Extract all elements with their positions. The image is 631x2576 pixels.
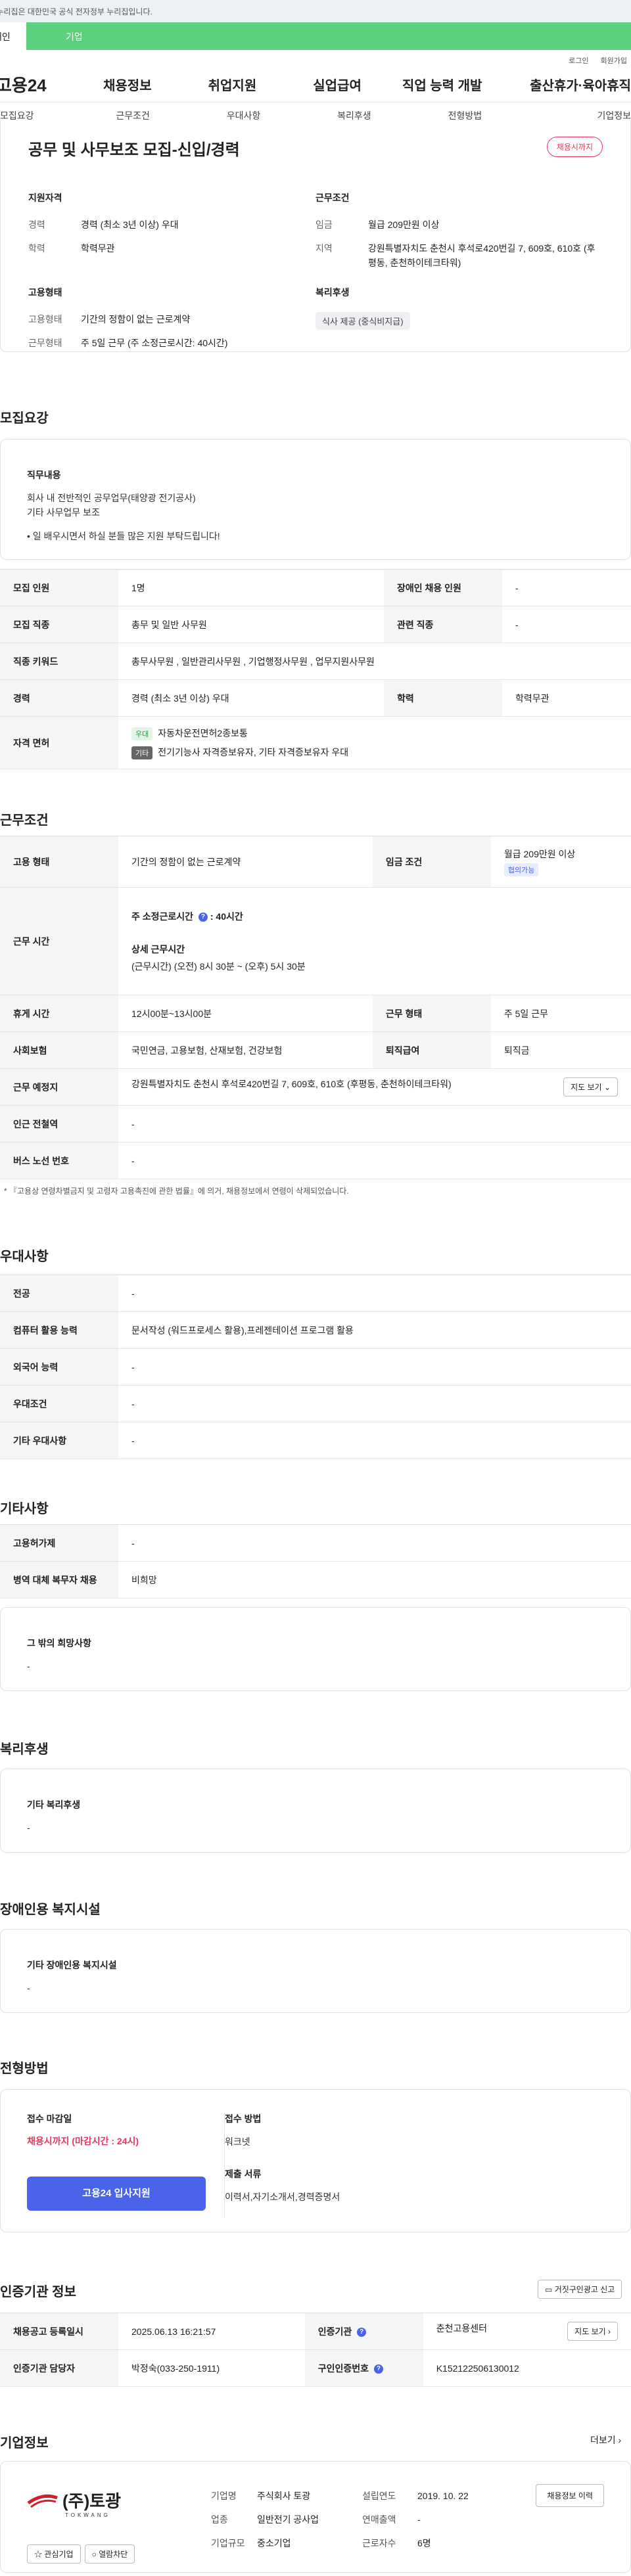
- etc-badge: 기타: [131, 746, 153, 759]
- welfare-heading: 복리후생: [316, 287, 350, 298]
- gnb-employment-support[interactable]: 취업지원: [180, 75, 285, 94]
- info-icon[interactable]: ?: [198, 912, 208, 922]
- conditions-heading: 근무조건: [316, 192, 350, 203]
- pc-skill-value: 문서작성 (워드프로세스 활용),프레젠테이션 프로그램 활용: [118, 1311, 631, 1349]
- map-button[interactable]: 지도 보기 ⌄: [563, 1077, 618, 1096]
- facility-section-title: 장애인용 복지시설: [0, 1903, 101, 1917]
- work-time-value: 주 소정근로시간 ? : 40시간 상세 근무시간 (근무시간) (오전) 8시…: [118, 887, 631, 995]
- preference-table: 전공 - 컴퓨터 활용 능력 문서작성 (워드프로세스 활용),프레젠테이션 프로그…: [0, 1275, 631, 1459]
- chevron-right-icon: ›: [608, 2327, 611, 2336]
- company-section-title: 기업정보: [0, 2436, 49, 2451]
- cert-map-button[interactable]: 지도 보기 ›: [567, 2322, 618, 2341]
- subnav-welfare[interactable]: 복리후생: [299, 109, 409, 122]
- summary-work-type: 주 5일 근무 (주 소정근로시간: 40시간): [81, 338, 228, 348]
- company-box: (주)토광 TOKWANG ☆ 관심기업 ○ 열람차단 기업명 주식회사 토광 설립…: [0, 2461, 631, 2573]
- apply-button[interactable]: 고용24 입사지원: [27, 2177, 206, 2211]
- preference-section-title: 우대사항: [0, 1250, 49, 1264]
- top-links: 로그인 회원가입: [0, 50, 631, 67]
- site-logo[interactable]: 고용24: [0, 72, 75, 97]
- report-button[interactable]: ▭ 거짓구인광고 신고: [538, 2280, 622, 2299]
- chevron-down-icon: ⌄: [603, 1083, 611, 1092]
- cert-number-value: K152122506130012: [423, 2349, 631, 2387]
- pref-badge: 우대: [131, 727, 153, 740]
- negotiable-badge: 협의가능: [503, 863, 539, 876]
- conditions-section-title: 근무조건: [0, 813, 49, 828]
- duty-box: 직무내용 회사 내 전반적인 공무업무(태양광 전기공사) 기타 사무업무 보조…: [0, 439, 631, 560]
- chevron-right-icon: ›: [618, 2435, 622, 2445]
- info-icon[interactable]: ?: [373, 2364, 383, 2374]
- welfare-section-title: 복리후생: [0, 1742, 49, 1757]
- age-note: * 『고용상 연령차별금지 및 고령자 고용촉진에 관한 법률』에 의거, 채용…: [4, 1186, 349, 1196]
- global-nav: 고용24 채용정보 취업지원 실업급여 직업 능력 개발 출산휴가·육아휴직: [0, 67, 631, 102]
- signup-link[interactable]: 회원가입: [601, 55, 627, 67]
- duty-line-2: 기타 사무업무 보조: [27, 507, 100, 518]
- qualification-heading: 지원자격: [28, 192, 62, 203]
- tab-company[interactable]: 기업: [26, 22, 631, 50]
- experience-value: 경력 (최소 3년 이상) 우대: [118, 679, 384, 717]
- license-value: 우대 자동차운전면허2종보통 기타 전기기능사 자격증보유자, 기타 자격증보유자 …: [118, 716, 631, 769]
- subnav-preference[interactable]: 우대사항: [188, 109, 298, 122]
- summary-employment-type: 기간의 정함이 없는 근로계약: [81, 314, 191, 325]
- cert-section-title: 인증기관 정보: [0, 2285, 76, 2299]
- cert-table: 채용공고 등록일시 2025.06.13 16:21:57 인증기관 ? 춘천고용…: [0, 2313, 631, 2387]
- job-summary-card: 공무 및 사무보조 모집-신입/경력 채용시까지 지원자격 경력 경력 (최소 3…: [0, 121, 631, 352]
- duty-heading: 직무내용: [27, 470, 61, 480]
- job-type-value: 총무 및 일반 사무원: [118, 606, 384, 643]
- more-link[interactable]: 더보기 ›: [590, 2433, 621, 2447]
- star-icon: ☆: [34, 2550, 43, 2559]
- employment-heading: 고용형태: [28, 287, 62, 298]
- welfare-box: 기타 복리후생 -: [0, 1769, 631, 1853]
- wish-box: 그 밖의 희망사항 -: [0, 1607, 631, 1691]
- favorite-button[interactable]: ☆ 관심기업: [27, 2544, 81, 2564]
- info-icon[interactable]: ?: [357, 2327, 367, 2337]
- other-section-title: 기타사항: [0, 1502, 49, 1516]
- gnb-skill-development[interactable]: 직업 능력 개발: [390, 75, 495, 94]
- wage-value: 월급 209만원 이상: [503, 848, 576, 859]
- subnav-conditions[interactable]: 근무조건: [78, 109, 188, 122]
- close-date-value: 채용시까지 (마감시간 : 24시): [27, 2136, 139, 2146]
- process-box: 접수 마감일 채용시까지 (마감시간 : 24시) 고용24 입사지원 접수 방…: [0, 2089, 631, 2232]
- job-history-button[interactable]: 채용정보 이력: [536, 2484, 604, 2507]
- subnav-process[interactable]: 전형방법: [409, 109, 520, 122]
- job-title: 공무 및 사무보조 모집-신입/경력: [28, 141, 240, 159]
- company-info: 기업명 주식회사 토광 설립연도 2019. 10. 22 업종 일반전기 공사업 연매출…: [211, 2491, 469, 2548]
- summary-experience: 경력 (최소 3년 이상) 우대: [81, 219, 179, 230]
- login-link[interactable]: 로그인: [569, 55, 588, 67]
- summary-wage: 월급 209만원 이상: [368, 219, 440, 230]
- facility-box: 기타 장애인용 복지시설 -: [0, 1929, 631, 2013]
- other-table: 고용허가제 - 병역 대체 복무자 채용 비희망: [0, 1524, 631, 1598]
- gnb-parental-leave[interactable]: 출산휴가·육아휴직: [495, 75, 631, 94]
- subnav-recruit[interactable]: 모집요강: [0, 109, 78, 122]
- block-button[interactable]: ○ 열람차단: [84, 2544, 135, 2564]
- duty-line-1: 회사 내 전반적인 공무업무(태양광 전기공사): [27, 493, 196, 503]
- duty-line-3: • 일 배우시면서 하실 분들 많은 지원 부탁드립니다!: [27, 531, 220, 541]
- company-logo: (주)토광 TOKWANG: [27, 2488, 132, 2518]
- process-section-title: 전형방법: [0, 2062, 49, 2076]
- block-icon: ○: [91, 2550, 97, 2559]
- recruit-section-title: 모집요강: [0, 411, 49, 426]
- gov-banner: 이 누리집은 대한민국 공식 전자정부 누리집입니다.: [0, 0, 631, 22]
- document-icon: ▭: [545, 2285, 553, 2294]
- subnav-company[interactable]: 기업정보: [521, 109, 631, 122]
- conditions-table: 고용 형태 기간의 정함이 없는 근로계약 임금 조건 월급 209만원 이상 협의…: [0, 836, 631, 1179]
- gnb-unemployment-benefit[interactable]: 실업급여: [285, 75, 390, 94]
- welfare-chip: 식사 제공 (중식비지급): [316, 312, 410, 330]
- people-value: 1명: [118, 569, 384, 606]
- summary-location: 강원특별자치도 춘천시 후석로420번길 7, 609호, 610호 (후평동,…: [368, 243, 596, 268]
- work-place-value: 강원특별자치도 춘천시 후석로420번길 7, 609호, 610호 (후평동,…: [131, 1079, 452, 1089]
- user-type-tabs: 개인 기업: [0, 22, 631, 50]
- recruit-table: 모집 인원 1명 장애인 채용 인원 - 모집 직종 총무 및 일반 사무원 관련 직…: [0, 569, 631, 769]
- tab-individual[interactable]: 개인: [0, 22, 26, 50]
- summary-education: 학력무관: [81, 243, 115, 254]
- keyword-value: 총무사무원 , 일반관리사무원 , 기업행정사무원 , 업무지원사무원: [118, 643, 631, 680]
- company-logo-icon: [27, 2494, 58, 2508]
- deadline-badge: 채용시까지: [546, 137, 603, 157]
- gnb-jobs[interactable]: 채용정보: [75, 75, 180, 94]
